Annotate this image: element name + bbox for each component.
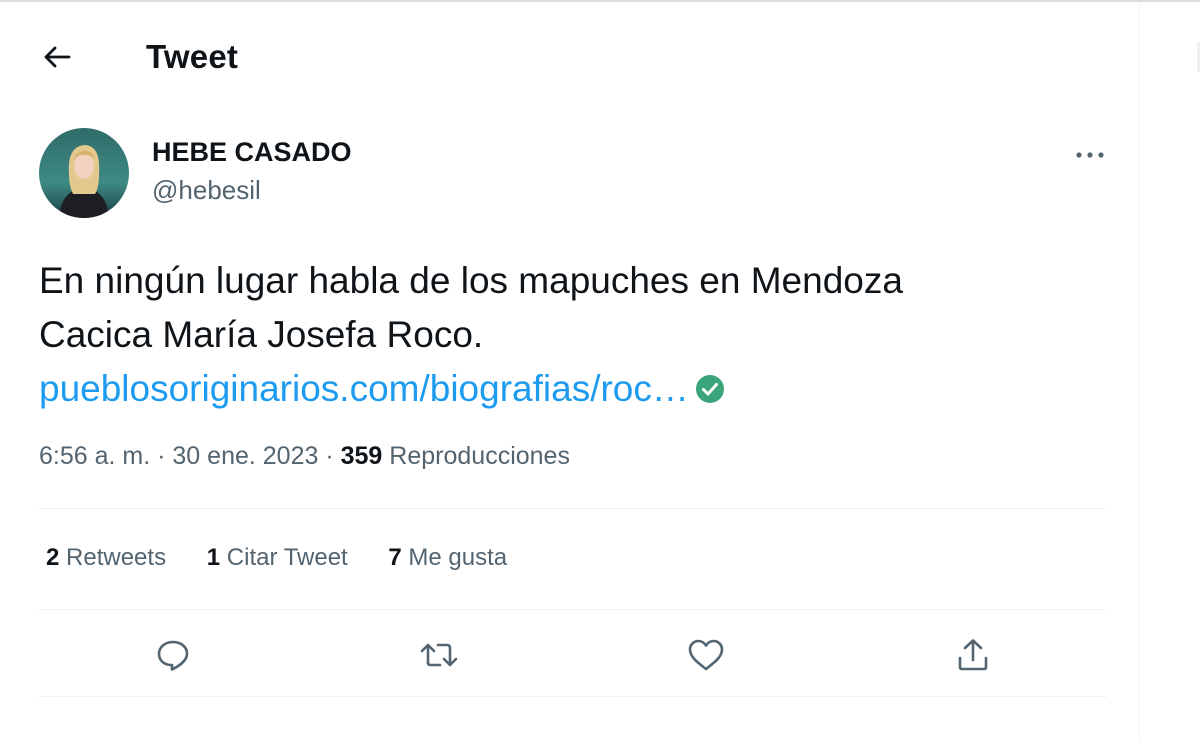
retweet-button[interactable] [417,634,461,676]
avatar-image [39,128,129,218]
more-horizontal-icon [1076,152,1104,158]
tweet-date[interactable]: 30 ene. 2023 [172,442,318,470]
more-options-button[interactable] [1068,138,1112,172]
arrow-left-icon [44,46,71,68]
divider [39,696,1107,697]
quotes-count: 1 [206,544,221,571]
retweets-count: 2 [46,544,60,571]
tweet-link-line: pueblosoriginarios.com/biografias/roc… [39,362,1109,416]
retweets-stat[interactable]: 2 Retweets [46,544,166,572]
avatar[interactable] [39,128,129,218]
author-handle[interactable]: @hebesil [152,175,261,206]
reply-button[interactable] [151,634,195,676]
page-title: Tweet [146,38,239,75]
check-circle-icon [695,375,724,403]
meta-separator: · [325,442,334,470]
likes-label: Me gusta [408,544,508,571]
likes-count: 7 [388,544,402,571]
like-button[interactable] [684,634,728,676]
views-count: 359 [340,442,383,470]
main-column: Tweet HEBE CASADO @hebesil En ningún lug… [0,2,1140,739]
quotes-stat[interactable]: 1 Citar Tweet [207,544,348,572]
page-header: Tweet [0,2,1140,112]
views-label: Reproducciones [389,442,570,470]
tweet-link[interactable]: pueblosoriginarios.com/biografias/roc… [39,368,689,409]
tweet-meta: 6:56 a. m. · 30 ene. 2023 · 359 Reproduc… [39,442,570,471]
tweet-text: En ningún lugar habla de los mapuches en… [39,254,1109,416]
tweet-text-line-2: Cacica María Josefa Roco. [39,314,484,355]
heart-icon [688,639,724,671]
tweet-stats: 2 Retweets 1 Citar Tweet 7 Me gusta [46,544,541,572]
likes-stat[interactable]: 7 Me gusta [388,544,507,572]
tweet-page: Tweet HEBE CASADO @hebesil En ningún lug… [0,0,1200,739]
quotes-label: Citar Tweet [226,544,348,571]
share-icon [958,639,988,671]
meta-separator: · [157,442,166,470]
retweets-label: Retweets [66,544,167,571]
back-button[interactable] [34,36,80,78]
divider [39,609,1107,610]
tweet-time[interactable]: 6:56 a. m. [39,442,150,470]
divider [39,508,1107,509]
author-name[interactable]: HEBE CASADO [152,137,352,168]
tweet-text-line-1: En ningún lugar habla de los mapuches en… [39,260,903,301]
share-button[interactable] [951,634,995,676]
retweet-icon [420,643,458,667]
reply-icon [157,640,189,671]
